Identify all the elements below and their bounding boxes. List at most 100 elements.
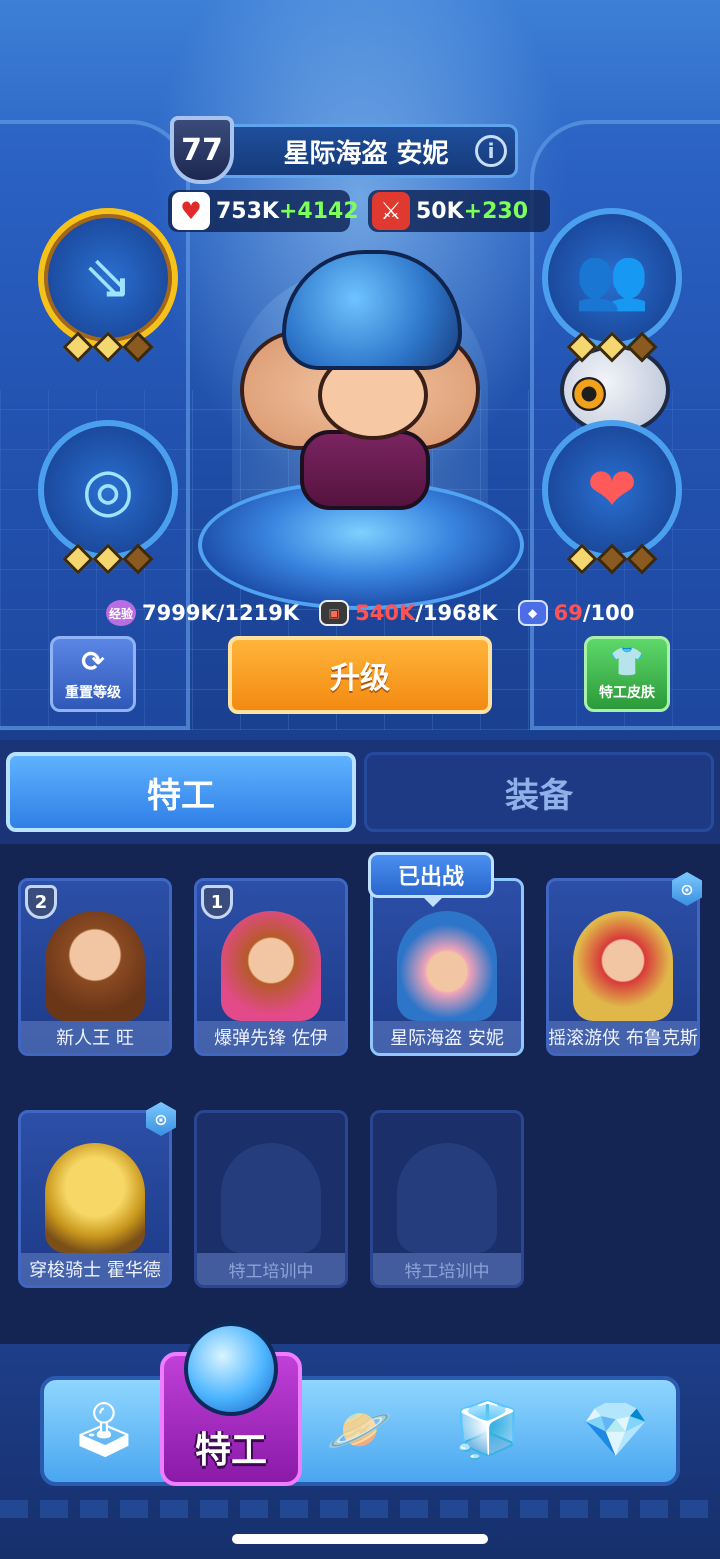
nav-agents-label: 特工 — [194, 1430, 267, 1471]
hearts-skill-icon: ❤ — [586, 455, 638, 525]
upgrade-label: 升级 — [330, 661, 390, 696]
agent-name: 星际海盗 安妮 — [283, 138, 449, 169]
agent-name-bar: 星际海盗 安妮 i — [214, 124, 518, 178]
crystal-cube-icon: 🧊 — [454, 1398, 522, 1461]
hero-area: 77 星际海盗 安妮 i ♥ 753K +4142 ⚔ 50K +230 ⇘ ◎ — [0, 0, 720, 740]
agent-card-name: 特工培训中 — [197, 1253, 345, 1285]
agent-skin-button[interactable]: 👕 特工皮肤 — [584, 636, 670, 712]
skill-slot-top-right[interactable]: 👥 — [542, 208, 682, 363]
star-diamond — [596, 331, 628, 363]
agent-helmet-icon[interactable] — [184, 1322, 278, 1416]
agent-card-locked[interactable]: 穿梭骑士 霍华德 — [18, 1110, 172, 1288]
upgrade-button[interactable]: 升级 — [228, 636, 492, 714]
reset-level-button[interactable]: ⟳ 重置等级 — [50, 636, 136, 712]
home-indicator[interactable] — [232, 1534, 488, 1544]
reset-level-label: 重置等级 — [65, 685, 121, 701]
star-diamond — [62, 543, 94, 575]
skill-stars — [566, 543, 658, 575]
star-diamond-empty — [122, 543, 154, 575]
agent-card[interactable]: 2 新人王 旺 — [18, 878, 172, 1056]
star-diamond-empty — [122, 331, 154, 363]
attack-stat: ⚔ 50K +230 — [368, 190, 550, 232]
nav-crystal[interactable]: 🧊 — [440, 1382, 536, 1478]
hp-stat: ♥ 753K +4142 — [168, 190, 359, 232]
skill-stars — [62, 543, 154, 575]
exp-amount: 7999K/1219K — [142, 601, 300, 625]
attack-value: 50K — [416, 198, 464, 224]
agent-skin-label: 特工皮肤 — [599, 685, 655, 701]
agent-card-name: 特工培训中 — [373, 1253, 521, 1285]
agent-card-locked[interactable]: 摇滚游侠 布鲁克斯 — [546, 878, 700, 1056]
agent-portrait — [45, 1143, 145, 1253]
star-diamond — [92, 543, 124, 575]
tab-equipment[interactable]: 装备 — [364, 752, 714, 832]
agent-portrait — [45, 911, 145, 1021]
agent-card-name: 新人王 旺 — [21, 1021, 169, 1053]
skill-slot-mid-right[interactable]: ❤ — [542, 420, 682, 575]
star-diamond — [566, 543, 598, 575]
game-screen: 77 星际海盗 安妮 i ♥ 753K +4142 ⚔ 50K +230 ⇘ ◎ — [0, 0, 720, 1559]
deployed-tag: 已出战 — [368, 852, 494, 907]
agent-card-name: 星际海盗 安妮 — [373, 1021, 521, 1053]
sword-icon: ⚔ — [372, 192, 410, 230]
star-diamond — [92, 331, 124, 363]
chip-icon: ◆ — [517, 600, 548, 626]
exp-icon: 经验 — [106, 600, 136, 626]
hp-bonus: +4142 — [278, 198, 359, 224]
info-icon[interactable]: i — [475, 135, 507, 167]
agent-silhouette — [221, 1143, 321, 1253]
chip-current: 69 — [553, 601, 583, 625]
star-diamond — [566, 331, 598, 363]
agent-card-name: 爆弹先锋 佐伊 — [197, 1021, 345, 1053]
tape-icon: ▣ — [319, 600, 350, 626]
agent-card-training[interactable]: 特工培训中 — [370, 1110, 524, 1288]
deployed-label: 已出战 — [397, 865, 464, 890]
arrows-skill-icon: ⇘ — [82, 243, 134, 313]
skill-slot-top-left[interactable]: ⇘ — [38, 208, 178, 363]
star-diamond-empty — [596, 543, 628, 575]
character-pirate-hat — [282, 250, 462, 370]
nav-gem-card[interactable]: 💎 — [568, 1382, 664, 1478]
target-skill-icon: ◎ — [81, 455, 135, 525]
star-diamond-empty — [626, 331, 658, 363]
agent-level-badge: 77 — [170, 116, 234, 184]
tab-agents[interactable]: 特工 — [6, 752, 356, 832]
star-diamond — [62, 331, 94, 363]
agent-portrait — [397, 911, 497, 1021]
clone-skill-icon: 👥 — [574, 243, 650, 314]
decor-dash-strip — [0, 1500, 720, 1518]
attack-bonus: +230 — [463, 198, 529, 224]
tape-current: 540K — [355, 601, 416, 625]
tab-equipment-label: 装备 — [505, 775, 573, 816]
heart-icon: ♥ — [172, 192, 210, 230]
nav-planet[interactable]: 🪐 — [312, 1382, 408, 1478]
hp-value: 753K — [216, 198, 279, 224]
resource-bar: 经验 7999K/1219K ▣ 540K/1968K ◆ 69/100 — [106, 596, 634, 630]
arcade-machine-icon: 🕹 — [69, 1398, 139, 1461]
agent-card-name: 摇滚游侠 布鲁克斯 — [549, 1021, 697, 1053]
agent-card-training[interactable]: 特工培训中 — [194, 1110, 348, 1288]
star-diamond-empty — [626, 543, 658, 575]
agent-card-selected[interactable]: 星际海盗 安妮 — [370, 878, 524, 1056]
chip-total: /100 — [582, 601, 635, 625]
skill-slot-mid-left[interactable]: ◎ — [38, 420, 178, 575]
character-body — [300, 430, 430, 510]
nav-arcade[interactable]: 🕹 — [56, 1382, 152, 1478]
green-gem-card-icon: 💎 — [582, 1398, 650, 1461]
nav-agents[interactable]: 特工 — [160, 1420, 302, 1474]
agent-level: 77 — [181, 132, 223, 168]
agent-portrait — [573, 911, 673, 1021]
agent-card[interactable]: 1 爆弹先锋 佐伊 — [194, 878, 348, 1056]
agent-card-name: 穿梭骑士 霍华德 — [21, 1253, 169, 1285]
rank-badge: 1 — [201, 885, 233, 919]
rank-badge: 2 — [25, 885, 57, 919]
skill-stars — [62, 331, 154, 363]
planet-icon: 🪐 — [326, 1398, 394, 1461]
agent-silhouette — [397, 1143, 497, 1253]
refresh-icon: ⟳ — [81, 645, 105, 678]
tab-agents-label: 特工 — [147, 775, 215, 816]
tshirt-icon: 👕 — [609, 645, 645, 678]
tape-total: /1968K — [415, 601, 498, 625]
skill-stars — [566, 331, 658, 363]
agent-portrait — [221, 911, 321, 1021]
